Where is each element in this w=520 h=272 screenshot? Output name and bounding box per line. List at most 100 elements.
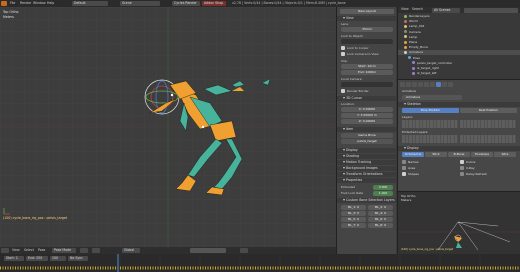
mode-selector[interactable]: Pose Mode bbox=[52, 248, 76, 253]
lens-field[interactable]: 35mm bbox=[341, 27, 393, 32]
outliner-search-field[interactable] bbox=[464, 7, 518, 13]
shapes-checkbox[interactable] bbox=[402, 172, 406, 176]
protected-layers-grid[interactable] bbox=[402, 135, 458, 143]
delay-refresh-checkbox[interactable] bbox=[460, 172, 464, 176]
display-bbone-button[interactable]: B-Bone bbox=[448, 152, 470, 157]
footer-menu-pose[interactable]: Pose bbox=[38, 248, 45, 253]
render-engine-selector[interactable]: Cycles Render bbox=[172, 1, 200, 6]
section-bone-layers[interactable]: Custom Bone Selection Layers bbox=[337, 198, 396, 203]
section-item[interactable]: Item bbox=[337, 127, 396, 132]
section-transform-orientations[interactable]: Transform Orientations bbox=[337, 172, 396, 177]
xray-checkbox[interactable] bbox=[460, 166, 464, 170]
mini-3d-viewport[interactable]: Top Ortho Meters (100) cycle_bone_rig_po… bbox=[397, 191, 520, 254]
section-3d-cursor[interactable]: 3D Cursor bbox=[337, 96, 396, 101]
render-border-checkbox[interactable] bbox=[341, 89, 345, 93]
tab-modifiers-icon[interactable] bbox=[430, 82, 435, 87]
tab-scene-icon[interactable] bbox=[406, 82, 411, 87]
section-motion-tracking[interactable]: Motion Tracking bbox=[337, 160, 396, 165]
lock-object-field[interactable] bbox=[341, 39, 393, 44]
clip-start-field[interactable]: Start: 10cm bbox=[341, 64, 393, 69]
xray-label[interactable]: X-Ray bbox=[466, 166, 475, 170]
outliner-scope-selector[interactable]: All Scenes bbox=[432, 7, 460, 13]
lock-camera-checkbox[interactable] bbox=[341, 52, 345, 56]
bone-layer-6[interactable]: BL_6: 0 bbox=[368, 217, 393, 222]
scene-selector[interactable]: Scene bbox=[120, 1, 160, 6]
section-properties[interactable]: Properties bbox=[337, 178, 396, 183]
lock-camera-label[interactable]: Lock Camera to View bbox=[347, 52, 379, 56]
timeline-frame[interactable]: 100 bbox=[50, 256, 66, 261]
bone-layer-8[interactable]: BL_8: 0 bbox=[368, 223, 393, 228]
character-rig[interactable] bbox=[0, 7, 336, 247]
bone-layer-3[interactable]: BL_3: 0 bbox=[341, 211, 366, 216]
pivot-selector[interactable] bbox=[92, 248, 100, 253]
bone-layer-1[interactable]: BL_1: 0 bbox=[341, 205, 366, 210]
pose-position-button[interactable]: Pose Position bbox=[402, 108, 459, 113]
shapes-label[interactable]: Shapes bbox=[408, 172, 419, 176]
outliner-row[interactable]: ik_target_left bbox=[398, 71, 520, 76]
outliner-view-menu[interactable]: View bbox=[401, 7, 409, 12]
axes-checkbox[interactable] bbox=[402, 166, 406, 170]
display-wire-button[interactable]: Wire bbox=[494, 152, 516, 157]
tab-constraints-icon[interactable] bbox=[424, 82, 429, 87]
footer-menu-view[interactable]: View bbox=[12, 248, 20, 253]
local-camera-field[interactable] bbox=[341, 82, 393, 87]
bone-layer-5[interactable]: BL_5: 0 bbox=[341, 217, 366, 222]
shading-selector[interactable] bbox=[80, 248, 88, 253]
snap-toggle[interactable] bbox=[240, 248, 248, 253]
cursor-z-field[interactable]: Z: 0.00000 bbox=[341, 119, 393, 124]
layer-buttons[interactable] bbox=[190, 248, 226, 253]
item-bone-field[interactable]: pelvis_target bbox=[341, 139, 393, 144]
extended-field[interactable]: 0.000 bbox=[373, 185, 393, 190]
tab-armature-icon[interactable] bbox=[436, 82, 441, 87]
tab-render-icon[interactable] bbox=[400, 82, 405, 87]
addon-shop-button[interactable]: Addon Shop bbox=[202, 1, 226, 6]
display-octahedral-button[interactable]: Octahedral bbox=[402, 152, 424, 157]
3d-viewport[interactable]: Top Ortho Meters (100) cycle_bone_rig_po… bbox=[0, 7, 336, 247]
colors-label[interactable]: Colors bbox=[466, 160, 475, 164]
protected-layers-grid-2[interactable] bbox=[460, 135, 516, 143]
screen-layout-selector[interactable]: Default bbox=[72, 1, 108, 6]
section-display-armature[interactable]: Display bbox=[398, 146, 520, 151]
rest-position-button[interactable]: Rest Position bbox=[460, 108, 517, 113]
timeline-sync[interactable]: No Sync bbox=[68, 256, 88, 261]
colors-checkbox[interactable] bbox=[460, 160, 464, 164]
tab-world-icon[interactable] bbox=[412, 82, 417, 87]
cursor-y-field[interactable]: Y: 3.00000 m bbox=[341, 113, 393, 118]
editor-type-button[interactable] bbox=[1, 248, 9, 253]
outliner-search-menu[interactable]: Search bbox=[412, 7, 423, 12]
layers-grid-2[interactable] bbox=[460, 120, 516, 128]
section-display[interactable]: Display bbox=[337, 148, 396, 153]
tab-object-icon[interactable] bbox=[418, 82, 423, 87]
lock-cursor-checkbox[interactable] bbox=[341, 46, 345, 50]
foot-lock-field[interactable]: 1.000 bbox=[373, 191, 393, 196]
menu-render[interactable]: Render bbox=[20, 1, 31, 6]
section-background-images[interactable]: Background Images bbox=[337, 166, 396, 171]
section-view[interactable]: View bbox=[337, 16, 396, 21]
item-name-field[interactable]: Game Bone bbox=[341, 133, 393, 138]
section-skeleton[interactable]: Skeleton bbox=[398, 102, 520, 107]
tab-bone-constraints-icon[interactable] bbox=[448, 82, 453, 87]
blender-logo-icon[interactable] bbox=[1, 1, 7, 6]
lock-cursor-label[interactable]: Lock to Cursor bbox=[347, 46, 369, 50]
menu-help[interactable]: Help bbox=[47, 1, 54, 6]
display-envelope-button[interactable]: Envelope bbox=[471, 152, 493, 157]
cursor-x-field[interactable]: X: 0.00000 bbox=[341, 107, 393, 112]
bone-layer-7[interactable]: BL_7: 0 bbox=[341, 223, 366, 228]
tab-bone-icon[interactable] bbox=[442, 82, 447, 87]
names-label[interactable]: Names bbox=[408, 160, 418, 164]
timeline-start[interactable]: Start: 1 bbox=[4, 256, 24, 261]
axes-label[interactable]: Axes bbox=[408, 166, 415, 170]
timeline[interactable]: Start: 1 End: 250 100 No Sync bbox=[0, 254, 520, 272]
clip-end-field[interactable]: End: 1000m bbox=[341, 70, 393, 75]
outliner[interactable]: View Search All Scenes RenderLayers World… bbox=[397, 7, 520, 79]
section-shading[interactable]: Shading bbox=[337, 154, 396, 159]
bone-layer-4[interactable]: BL_4: 0 bbox=[368, 211, 393, 216]
names-checkbox[interactable] bbox=[402, 160, 406, 164]
menu-window[interactable]: Window bbox=[33, 1, 46, 6]
timeline-end[interactable]: End: 250 bbox=[26, 256, 48, 261]
bone-layer-2[interactable]: BL_2: 0 bbox=[368, 205, 393, 210]
delay-refresh-label[interactable]: Delay Refresh bbox=[466, 172, 487, 176]
transform-orientation-selector[interactable]: Global bbox=[122, 248, 140, 253]
render-border-label[interactable]: Render Border bbox=[347, 89, 369, 93]
armature-data-field[interactable]: Armature bbox=[402, 95, 462, 100]
